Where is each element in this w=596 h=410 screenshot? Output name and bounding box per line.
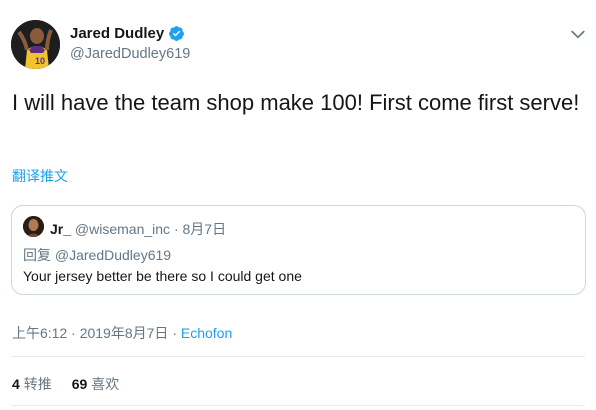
tweet-source[interactable]: Echofon [181,325,232,341]
divider-bottom [11,405,585,406]
quoted-header: Jr_ @wiseman_inc · 8月7日 [50,219,226,239]
tweet-date[interactable]: 2019年8月7日 [80,325,169,341]
tweet-card: 10 Jared Dudley @JaredDudley619 I will h… [0,0,596,410]
retweets-label: 转推 [23,376,52,392]
likes-stat[interactable]: 69 喜欢 [72,374,120,394]
reply-prefix: 回复 [23,247,51,263]
tweet-meta: 上午6:12 · 2019年8月7日 · Echofon [12,323,232,343]
author-handle[interactable]: @JaredDudley619 [70,46,190,62]
quoted-author-name: Jr_ [50,221,72,237]
quoted-tweet[interactable]: Jr_ @wiseman_inc · 8月7日 回复 @JaredDudley6… [11,205,586,295]
quoted-separator: · [173,221,179,237]
author-name[interactable]: Jared Dudley [70,25,164,42]
tweet-time[interactable]: 上午6:12 [12,325,67,341]
retweets-stat[interactable]: 4 转推 [12,374,52,394]
tweet-text: I will have the team shop make 100! Firs… [12,90,580,115]
quoted-author-handle: @wiseman_inc [74,221,171,237]
author-avatar[interactable]: 10 [11,20,60,69]
quoted-author-avatar [23,216,44,237]
author-name-row[interactable]: Jared Dudley [70,25,185,42]
quoted-date: 8月7日 [182,221,227,237]
quoted-reply-line: 回复 @JaredDudley619 [23,245,171,265]
likes-label: 喜欢 [91,376,120,392]
meta-separator: · [71,325,76,341]
chevron-down-icon[interactable] [568,24,588,44]
translate-tweet-link[interactable]: 翻译推文 [12,166,68,186]
likes-count: 69 [71,376,88,392]
reply-handle: @JaredDudley619 [54,247,172,263]
avatar-image: 10 [11,20,60,69]
quoted-text: Your jersey better be there so I could g… [23,268,302,284]
svg-text:10: 10 [35,56,45,66]
meta-separator-2: · [172,325,177,341]
retweets-count: 4 [12,376,20,392]
quoted-avatar-image [23,216,44,237]
verified-badge-icon [169,26,185,41]
tweet-stats: 4 转推 69 喜欢 [12,374,135,394]
divider-top [11,356,585,357]
